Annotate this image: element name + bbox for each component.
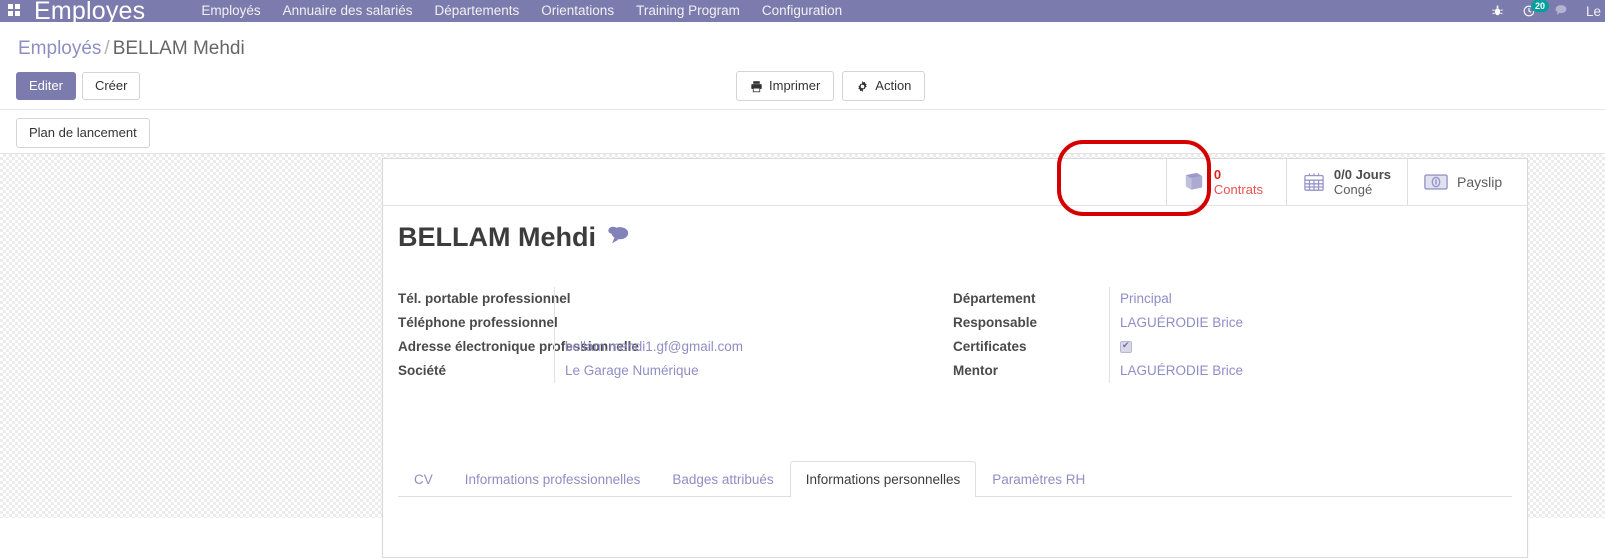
tab-cv[interactable]: CV — [398, 461, 449, 497]
field-label-work-email: Adresse électronique professionnelle — [398, 339, 639, 354]
tab-informations-professionnelles[interactable]: Informations professionnelles — [449, 461, 657, 497]
stat-box-divider — [383, 205, 1527, 206]
record-title-row: BELLAM Mehdi — [398, 221, 631, 253]
navbar-menu: Employés Annuaire des salariés Départeme… — [201, 0, 842, 22]
nav-item-annuaire[interactable]: Annuaire des salariés — [283, 0, 413, 22]
stat-contrats-value: 0 — [1213, 167, 1222, 182]
stat-conge-value: 0/0 Jours — [1333, 167, 1391, 182]
field-value-mentor[interactable]: LAGUÉRODIE Brice — [1120, 359, 1498, 383]
tab-badges-attribues[interactable]: Badges attribués — [656, 461, 789, 497]
apps-grid-icon[interactable] — [8, 4, 22, 18]
secondary-bar: Plan de lancement — [0, 110, 1605, 154]
print-button[interactable]: Imprimer — [736, 71, 835, 101]
breadcrumb-root-link[interactable]: Employés — [18, 38, 101, 59]
field-value-work-email[interactable]: bellam.mehdi1.gf@gmail.com — [565, 335, 943, 359]
stat-button-box: 0 Contrats 0/0 Jours Congé Payslip — [1165, 159, 1527, 205]
create-button[interactable]: Créer — [81, 72, 141, 100]
nav-item-departements[interactable]: Départements — [434, 0, 519, 22]
field-value-certificates — [1120, 335, 1498, 359]
field-group-right: Département Responsable Certificates Men… — [953, 287, 1498, 383]
field-label-departement: Département — [953, 291, 1036, 306]
page-title: BELLAM Mehdi — [398, 222, 596, 252]
edit-button[interactable]: Editer — [16, 72, 76, 100]
field-group-right-values: Principal LAGUÉRODIE Brice LAGUÉRODIE Br… — [1109, 287, 1498, 383]
chat-bubble-icon[interactable] — [1554, 3, 1568, 19]
record-action-buttons: Editer Créer — [16, 72, 141, 100]
certificates-checkbox[interactable] — [1120, 339, 1132, 353]
record-form-sheet: 0 Contrats 0/0 Jours Congé Payslip BELLA… — [382, 158, 1528, 558]
field-groups: Tél. portable professionnel Téléphone pr… — [398, 287, 1513, 383]
tab-parametres-rh[interactable]: Paramètres RH — [976, 461, 1101, 497]
stat-button-contrats[interactable]: 0 Contrats — [1165, 159, 1286, 205]
notebook-tabs: CV Informations professionnelles Badges … — [398, 461, 1512, 497]
launch-plan-button[interactable]: Plan de lancement — [16, 118, 150, 148]
nav-item-employes[interactable]: Employés — [201, 0, 260, 22]
action-button-label: Action — [875, 78, 912, 93]
nav-item-orientations[interactable]: Orientations — [541, 0, 614, 22]
field-label-mentor: Mentor — [953, 363, 998, 378]
field-label-certificates: Certificates — [953, 339, 1027, 354]
stat-payslip-label: Payslip — [1457, 174, 1503, 190]
navbar-right: 20 Le — [1491, 0, 1605, 19]
chat-bubble-icon[interactable] — [607, 224, 631, 251]
field-label-company: Société — [398, 363, 447, 378]
activity-count-badge: 20 — [1530, 0, 1549, 12]
field-value-responsable[interactable]: LAGUÉRODIE Brice — [1120, 311, 1498, 335]
stat-button-contrats-text: 0 Contrats — [1214, 167, 1263, 197]
top-navbar: Employes Employés Annuaire des salariés … — [0, 0, 1605, 24]
app-brand-title[interactable]: Employes — [34, 0, 145, 24]
user-menu-label[interactable]: Le — [1586, 4, 1601, 19]
breadcrumb: Employés / BELLAM Mehdi — [18, 38, 245, 60]
stat-conge-label: Congé — [1333, 182, 1373, 197]
book-icon — [1183, 172, 1205, 192]
field-label-work-phone: Téléphone professionnel — [398, 315, 558, 330]
tab-informations-personnelles[interactable]: Informations personnelles — [789, 461, 977, 497]
field-label-mobile-phone: Tél. portable professionnel — [398, 291, 571, 306]
calendar-icon — [1303, 172, 1325, 192]
breadcrumb-separator: / — [104, 38, 110, 59]
action-button[interactable]: Action — [842, 71, 926, 101]
field-value-work-phone[interactable] — [565, 311, 943, 335]
field-value-departement[interactable]: Principal — [1120, 287, 1498, 311]
money-icon — [1424, 174, 1448, 190]
print-button-label: Imprimer — [769, 78, 821, 93]
field-group-left: Tél. portable professionnel Téléphone pr… — [398, 287, 943, 383]
bug-icon[interactable] — [1491, 4, 1504, 19]
stat-button-conge[interactable]: 0/0 Jours Congé — [1285, 159, 1407, 205]
field-value-mobile-phone[interactable] — [565, 287, 943, 311]
field-value-company[interactable]: Le Garage Numérique — [565, 359, 943, 383]
control-panel: Employés / BELLAM Mehdi Editer Créer Impri… — [0, 22, 1605, 110]
field-group-left-values: bellam.mehdi1.gf@gmail.com Le Garage Num… — [554, 287, 943, 383]
printer-icon — [750, 80, 763, 93]
field-group-right-labels: Département Responsable Certificates Men… — [953, 287, 1109, 383]
nav-item-configuration[interactable]: Configuration — [762, 0, 842, 22]
breadcrumb-current: BELLAM Mehdi — [112, 38, 245, 59]
stat-button-conge-text: 0/0 Jours Congé — [1334, 167, 1391, 197]
activity-clock-icon[interactable]: 20 — [1522, 0, 1549, 18]
nav-item-training-program[interactable]: Training Program — [636, 0, 740, 22]
field-label-responsable: Responsable — [953, 315, 1038, 330]
stat-button-payslip[interactable]: Payslip — [1407, 159, 1527, 205]
field-group-left-labels: Tél. portable professionnel Téléphone pr… — [398, 287, 639, 383]
gear-icon — [856, 80, 869, 93]
control-panel-actions: Imprimer Action — [736, 71, 926, 101]
stat-contrats-label: Contrats — [1213, 182, 1264, 197]
